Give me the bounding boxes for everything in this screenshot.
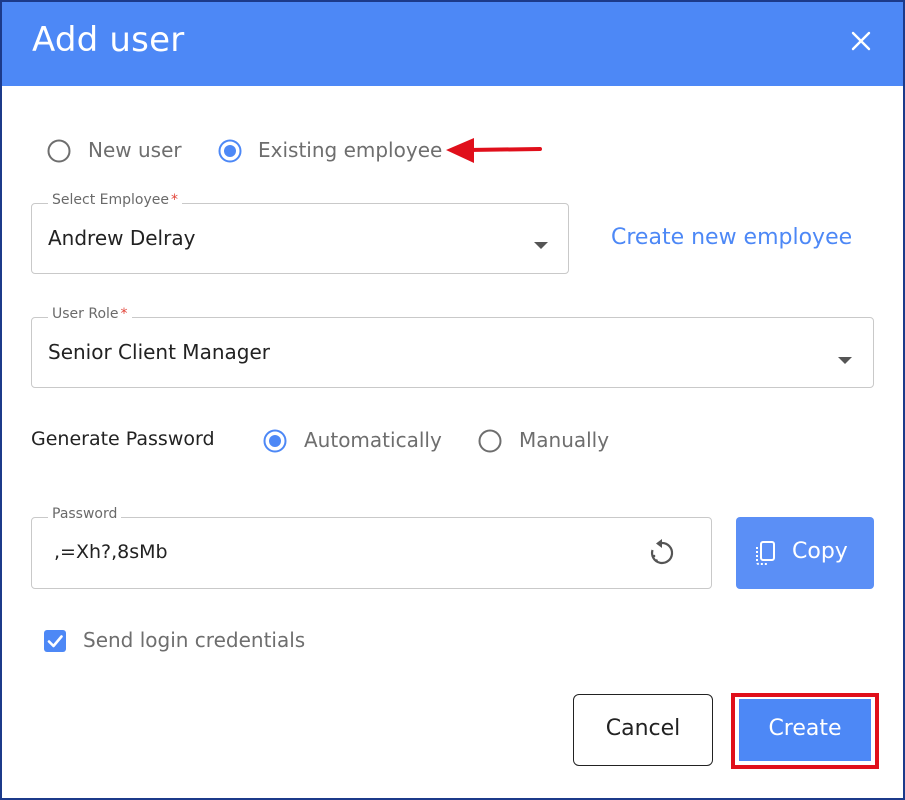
generate-password-label: Generate Password — [31, 428, 215, 450]
select-employee-field[interactable]: Andrew Delray — [31, 203, 569, 274]
checkbox-check-icon — [47, 635, 63, 648]
automatically-radio[interactable] — [263, 429, 287, 453]
existing-employee-label: Existing employee — [258, 138, 443, 162]
create-button-label: Create — [768, 716, 842, 741]
password-value: ,=Xh?,8sMb — [54, 541, 168, 563]
copy-button-label: Copy — [792, 539, 848, 564]
password-label: Password — [48, 506, 122, 522]
copy-button[interactable]: Copy — [736, 517, 874, 589]
send-credentials-checkbox[interactable] — [44, 630, 66, 652]
automatically-label: Automatically — [304, 428, 442, 452]
create-button[interactable]: Create — [739, 699, 871, 761]
new-user-label: New user — [88, 138, 182, 162]
new-user-radio[interactable] — [47, 139, 71, 163]
manually-radio[interactable] — [478, 429, 502, 453]
dialog-header: Add user — [2, 2, 903, 86]
user-role-label: User Role * — [48, 306, 132, 322]
send-credentials-label: Send login credentials — [83, 628, 306, 652]
cancel-button-label: Cancel — [605, 716, 681, 741]
select-employee-value: Andrew Delray — [48, 226, 196, 250]
chevron-down-icon — [838, 350, 852, 364]
annotation-arrow-icon — [444, 136, 544, 166]
select-employee-label: Select Employee * — [48, 192, 182, 208]
close-icon[interactable] — [844, 24, 878, 58]
regenerate-icon[interactable] — [647, 538, 677, 568]
user-role-field[interactable]: Senior Client Manager — [31, 317, 874, 388]
password-field[interactable]: ,=Xh?,8sMb — [31, 517, 712, 589]
existing-employee-radio[interactable] — [218, 139, 242, 163]
chevron-down-icon — [534, 235, 548, 249]
copy-icon — [756, 541, 775, 565]
cancel-button[interactable]: Cancel — [573, 694, 713, 766]
manually-label: Manually — [519, 428, 610, 452]
create-new-employee-link[interactable]: Create new employee — [611, 225, 852, 250]
user-role-value: Senior Client Manager — [48, 340, 270, 364]
add-user-dialog — [0, 0, 905, 800]
dialog-title: Add user — [32, 20, 185, 60]
